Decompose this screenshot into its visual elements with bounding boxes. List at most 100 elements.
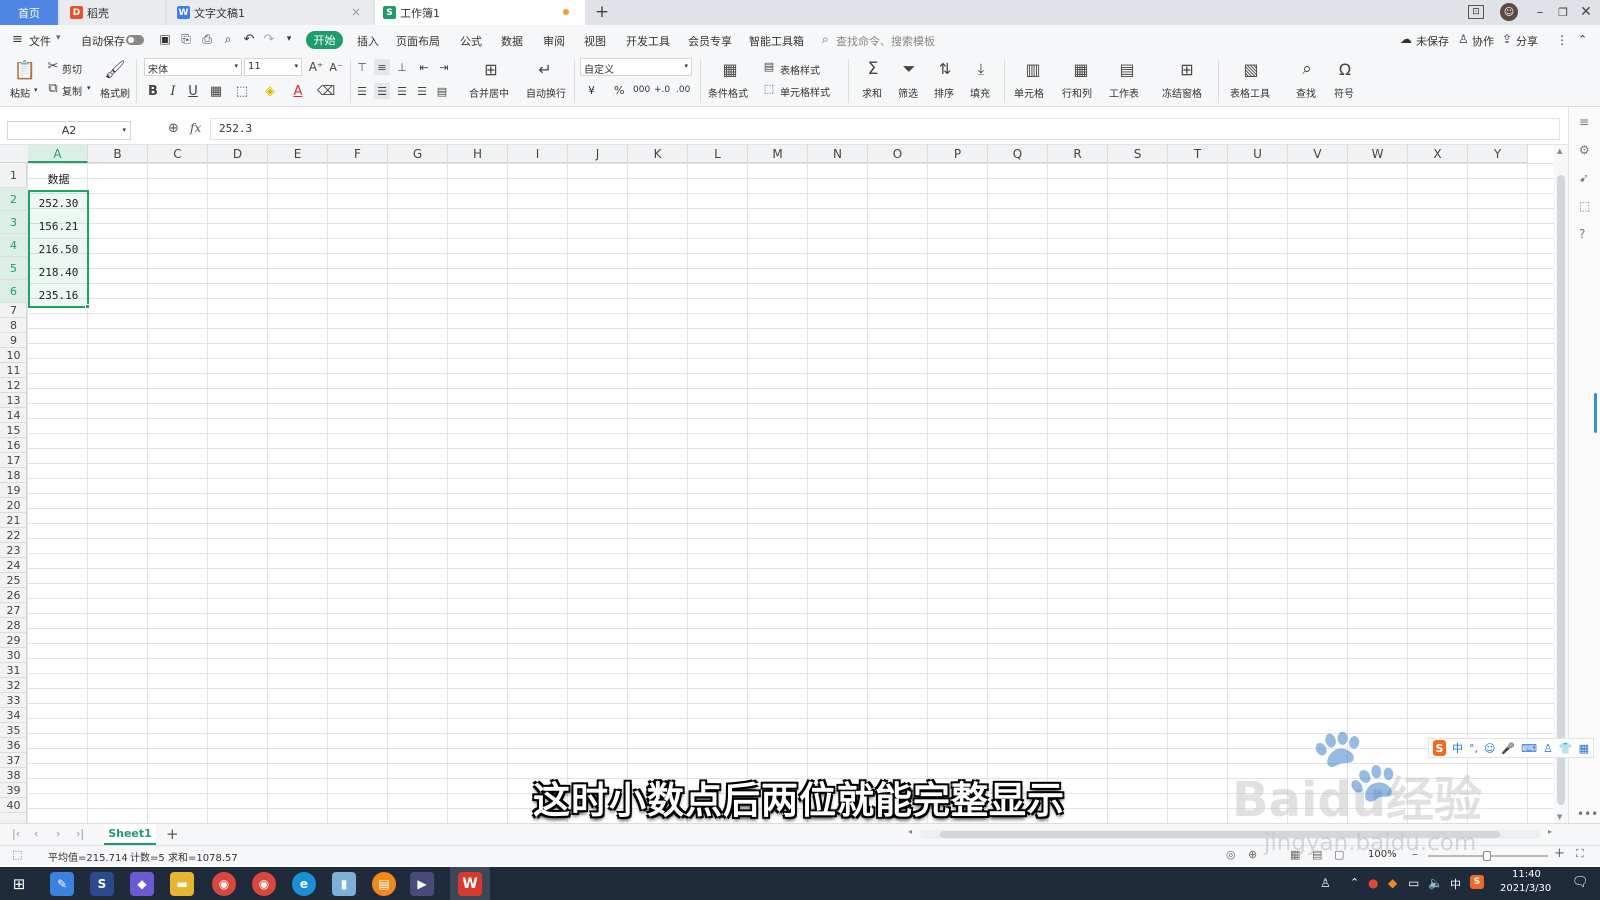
export-icon[interactable]: ⎘ [179,32,193,46]
command-search[interactable]: 查找命令、搜索模板 [836,33,935,49]
fill-handle[interactable] [85,304,90,309]
fx-icon[interactable]: fx [190,121,201,135]
row-header-4[interactable]: 4 [0,234,27,257]
column-header-e[interactable]: E [268,145,328,163]
row-header-12[interactable]: 12 [0,378,27,393]
symbol-icon[interactable]: Ω [1334,59,1356,79]
row-header-1[interactable]: 1 [0,163,27,188]
new-tab-icon[interactable]: + [593,2,611,22]
column-header-h[interactable]: H [448,145,508,163]
zoom-formula-icon[interactable]: ⊕ [168,121,179,136]
sogou-icon[interactable]: S [1433,740,1446,756]
row-header-13[interactable]: 13 [0,393,27,408]
scroll-thumb[interactable] [1557,175,1565,805]
copy-chevron-icon[interactable]: ▾ [87,84,91,92]
cell-style-icon[interactable]: ⬚ [762,81,776,95]
row-header-2[interactable]: 2 [0,188,27,211]
column-header-d[interactable]: D [208,145,268,163]
sum-label[interactable]: 求和 [862,85,882,100]
tray-app-2-icon[interactable]: ◆ [1388,876,1397,890]
task-app-cube-icon[interactable]: ◆ [130,872,154,896]
menu-review[interactable]: 审阅 [543,33,565,49]
clock-time[interactable]: 11:40 [1512,869,1541,880]
align-right-icon[interactable]: ☰ [394,83,410,99]
add-sheet-icon[interactable]: + [166,825,179,843]
tray-sogou-icon[interactable]: S [1470,875,1484,889]
task-folder-icon[interactable]: ▬ [170,872,194,896]
ime-toolbar[interactable]: S 中 °, ☺ 🎤 ⌨ ♙ 👕 ▦ [1428,738,1594,758]
prev-sheet-icon[interactable]: ‹ [34,827,38,840]
row-header-21[interactable]: 21 [0,513,27,528]
row-header-25[interactable]: 25 [0,573,27,588]
row-header-40[interactable]: 40 [0,798,27,813]
share-button[interactable]: 分享 [1516,33,1538,49]
panel-settings-icon[interactable]: ⚙ [1579,143,1590,157]
print-preview-icon[interactable]: ⌕ [221,32,235,46]
row-header-30[interactable]: 30 [0,648,27,663]
task-notes-icon[interactable]: ▮ [332,872,356,896]
font-size-select[interactable]: 11 ▾ [244,58,302,76]
number-format-select[interactable]: 自定义 ▾ [580,58,692,76]
more-icon[interactable]: ⋮ [1556,33,1568,47]
sum-icon[interactable]: Σ [862,59,884,79]
column-header-w[interactable]: W [1348,145,1408,163]
tab-writer[interactable]: W 文字文稿1 × [167,0,373,25]
row-header-36[interactable]: 36 [0,738,27,753]
eye-protect-icon[interactable]: ◎ [1226,848,1236,861]
table-style-icon[interactable]: ▤ [762,59,776,73]
column-header-j[interactable]: J [568,145,628,163]
row-header-15[interactable]: 15 [0,423,27,438]
unsaved-status[interactable]: 未保存 [1416,33,1449,49]
row-header-23[interactable]: 23 [0,543,27,558]
cell-a4[interactable]: 216.50 [29,243,88,256]
row-header-5[interactable]: 5 [0,257,27,280]
find-icon[interactable]: ⌕ [1296,59,1318,79]
restore-icon[interactable]: ❐ [1555,4,1571,20]
tray-chevron-up-icon[interactable]: ⌃ [1350,876,1359,889]
ime-user-icon[interactable]: ♙ [1543,742,1553,755]
sheet-tab-sheet1[interactable]: Sheet1 [104,824,156,845]
font-color-icon[interactable]: A [290,83,306,99]
cells-icon[interactable]: ▥ [1022,59,1044,79]
column-header-y[interactable]: Y [1468,145,1528,163]
cells-label[interactable]: 单元格 [1014,85,1044,100]
align-middle-icon[interactable]: ≡ [374,59,390,75]
row-header-31[interactable]: 31 [0,663,27,678]
save-icon[interactable]: ▣ [158,32,172,46]
row-header-33[interactable]: 33 [0,693,27,708]
align-bottom-icon[interactable]: ⊥ [394,59,410,75]
h-scroll-left-icon[interactable]: ◂ [908,827,912,836]
avatar[interactable]: ☺ [1500,3,1518,21]
h-scroll-right-icon[interactable]: ▸ [1548,827,1552,836]
fullscreen-icon[interactable]: ⛶ [1576,847,1584,861]
cell-style-mini-icon[interactable]: ⬚ [234,83,250,99]
merge-icon[interactable]: ⊞ [480,59,502,79]
table-tools-icon[interactable]: ▧ [1240,59,1262,79]
copy-icon[interactable]: ⧉ [46,81,60,96]
menu-developer[interactable]: 开发工具 [626,33,670,49]
row-header-7[interactable]: 7 [0,303,27,318]
tray-network-icon[interactable]: ▭ [1408,876,1419,890]
zoom-slider-knob[interactable] [1483,851,1491,861]
align-center-icon[interactable]: ☰ [374,83,390,99]
justify-icon[interactable]: ☰ [414,83,430,99]
increase-font-icon[interactable]: A⁺ [308,59,324,75]
task-edge-icon[interactable]: e [292,872,316,896]
scroll-up-icon[interactable]: ▲ [1557,147,1562,155]
decrease-decimal-icon[interactable]: .00 [676,85,690,95]
table-style-label[interactable]: 表格样式 [780,62,820,77]
worksheet-icon[interactable]: ▤ [1116,59,1138,79]
column-header-g[interactable]: G [388,145,448,163]
currency-icon[interactable]: ¥ [588,84,595,97]
autosave-toggle[interactable] [126,35,144,45]
print-icon[interactable]: ⎙ [200,32,214,46]
increase-decimal-icon[interactable]: +.0 [654,85,670,95]
panel-side-slider[interactable] [1594,393,1597,433]
tab-home[interactable]: 首页 [0,0,58,25]
column-header-p[interactable]: P [928,145,988,163]
undo-icon[interactable]: ↶ [242,32,256,47]
ime-grid-icon[interactable]: ▦ [1579,742,1589,755]
row-header-32[interactable]: 32 [0,678,27,693]
row-header-16[interactable]: 16 [0,438,27,453]
column-header-a[interactable]: A [28,145,88,163]
